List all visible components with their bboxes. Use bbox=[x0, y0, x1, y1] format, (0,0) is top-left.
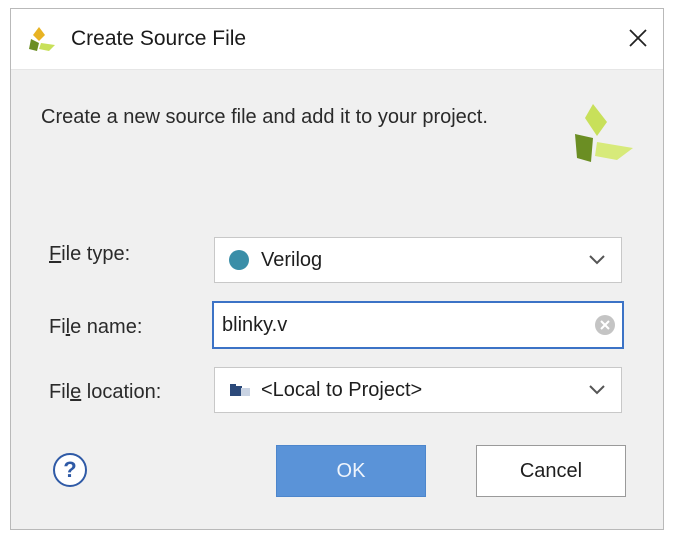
file-type-value: Verilog bbox=[261, 249, 323, 271]
verilog-icon bbox=[229, 250, 249, 270]
dialog-description: Create a new source file and add it to y… bbox=[41, 106, 488, 128]
file-name-field[interactable] bbox=[212, 301, 624, 349]
file-location-select[interactable]: <Local to Project> bbox=[214, 367, 622, 413]
dialog-body: Create a new source file and add it to y… bbox=[11, 70, 663, 529]
close-icon bbox=[629, 29, 647, 47]
file-location-label: File location: bbox=[49, 381, 162, 403]
chevron-down-icon bbox=[589, 385, 605, 395]
file-name-input[interactable] bbox=[222, 311, 582, 339]
file-type-select[interactable]: Verilog bbox=[214, 237, 622, 283]
cancel-button[interactable]: Cancel bbox=[476, 445, 626, 497]
help-button[interactable]: ? bbox=[53, 453, 87, 487]
chevron-down-icon bbox=[589, 255, 605, 265]
window-title: Create Source File bbox=[71, 27, 247, 50]
file-type-label: File type: bbox=[49, 243, 131, 265]
create-source-file-dialog: Create Source File Create a new source f… bbox=[10, 8, 664, 530]
ok-button[interactable]: OK bbox=[276, 445, 426, 497]
folder-icon bbox=[230, 384, 250, 396]
close-button[interactable] bbox=[621, 21, 655, 55]
app-logo-icon bbox=[29, 27, 55, 51]
clear-input-icon[interactable] bbox=[594, 314, 616, 336]
file-location-value: <Local to Project> bbox=[261, 379, 423, 401]
vivado-logo-icon bbox=[575, 104, 633, 162]
title-bar: Create Source File bbox=[11, 9, 663, 70]
file-name-label: File name: bbox=[49, 316, 143, 338]
